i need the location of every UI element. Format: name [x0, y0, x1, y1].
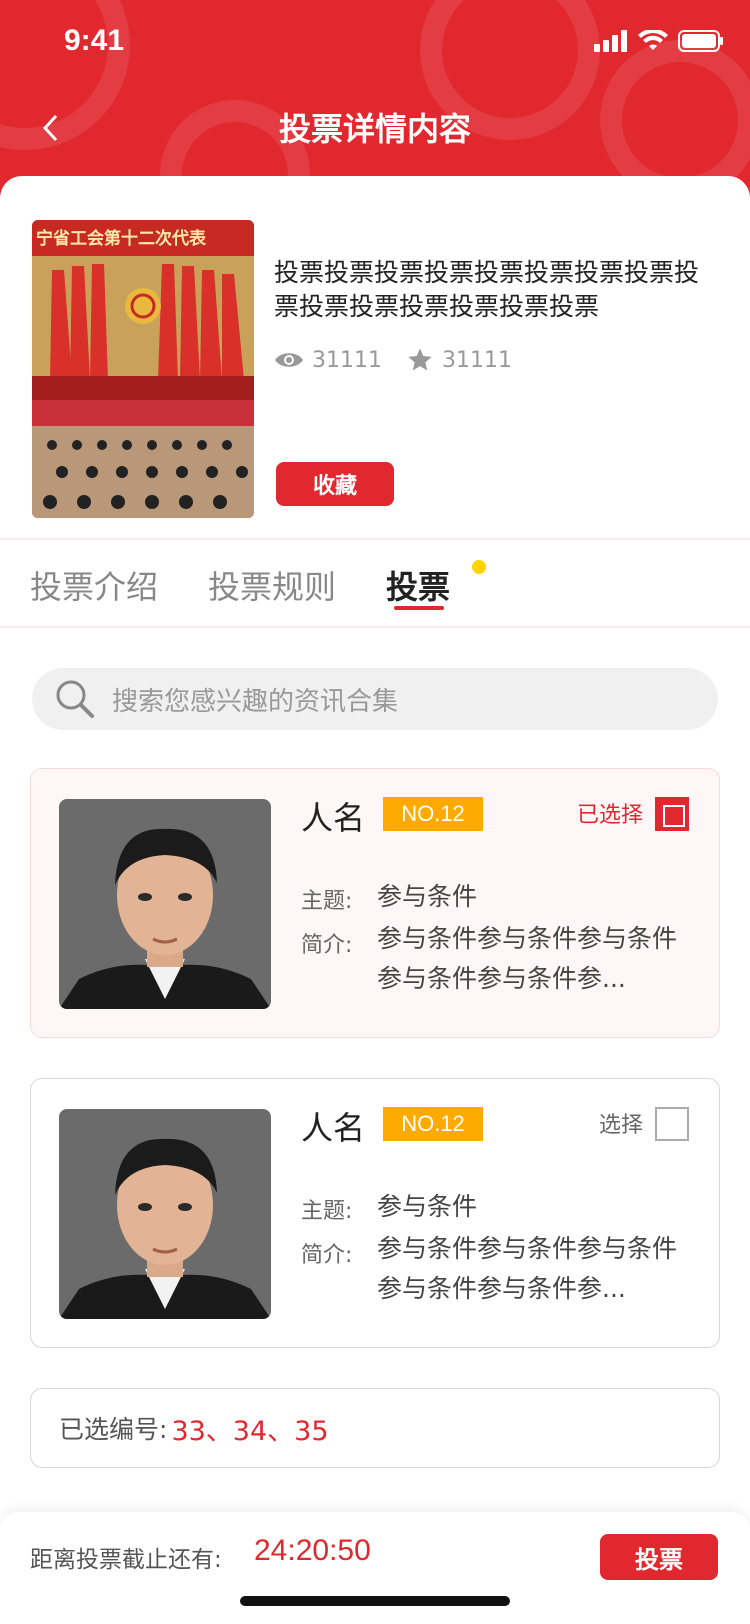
- notification-dot: [472, 560, 486, 574]
- topic-label: 主题:: [301, 889, 353, 914]
- candidate-name: 人名: [301, 799, 366, 837]
- vote-title: 投票投票投票投票投票投票投票投票投票投票投票投票投票投票投票: [274, 258, 700, 321]
- intro-label: 简介:: [301, 933, 353, 958]
- candidate-card[interactable]: 人名 NO.12 已选择 主题: 参与条件 简介: 参与条件参与条件参与条件参与…: [30, 768, 720, 1038]
- search-icon: [56, 680, 94, 718]
- candidate-name: 人名: [301, 1109, 366, 1147]
- stars-stat: 31111: [406, 346, 512, 374]
- topic-value: 参与条件: [377, 1192, 478, 1221]
- topic-value: 参与条件: [377, 882, 478, 911]
- status-time: 9:41: [64, 24, 125, 57]
- selected-numbers-box: 已选编号: 33、34、35: [30, 1388, 720, 1468]
- eye-icon: [275, 353, 303, 367]
- selected-numbers-label: 已选编号:: [59, 1415, 168, 1444]
- bottom-bar: 距离投票截止还有: 24:20:50 投票: [0, 1512, 750, 1624]
- banner-text: 宁省工会第十二次代表: [36, 228, 207, 249]
- intro-label: 简介:: [301, 1243, 353, 1268]
- collect-button[interactable]: 收藏: [276, 462, 394, 506]
- page-title: 投票详情内容: [278, 110, 471, 148]
- stats-row: 31111 31111: [274, 346, 512, 374]
- tab-vote[interactable]: 投票: [386, 562, 450, 608]
- candidate-card[interactable]: 人名 NO.12 选择 主题: 参与条件 简介: 参与条件参与条件参与条件参与条…: [30, 1078, 720, 1348]
- tab-intro[interactable]: 投票介绍: [30, 562, 158, 608]
- candidate-photo: [59, 799, 271, 1009]
- views-count: 31111: [312, 347, 382, 373]
- cover-image: 宁省工会第十二次代表: [32, 220, 254, 518]
- candidate-photo: [59, 1109, 271, 1319]
- tab-bar: 投票介绍 投票规则 投票: [0, 538, 750, 628]
- candidate-number-badge: NO.12: [383, 797, 483, 831]
- vote-button[interactable]: 投票: [600, 1534, 718, 1580]
- active-tab-indicator: [394, 606, 444, 610]
- intro-value: 参与条件参与条件参与条件参与条件参与条件参...: [377, 1234, 678, 1303]
- battery-icon: [678, 30, 723, 52]
- star-icon: [408, 348, 432, 371]
- select-checkbox[interactable]: [655, 1107, 689, 1141]
- vote-info-card: 宁省工会第十二次代表 投票投票投票投票投票投票投票投票投票投票投票投票投票投票投…: [32, 220, 722, 520]
- tab-rules[interactable]: 投票规则: [208, 562, 336, 608]
- select-checkbox[interactable]: [655, 797, 689, 831]
- search-input[interactable]: 搜索您感兴趣的资讯合集: [32, 668, 718, 730]
- signal-icon: [594, 30, 627, 52]
- views-stat: 31111: [274, 348, 382, 373]
- topic-label: 主题:: [301, 1199, 353, 1224]
- stars-count: 31111: [442, 347, 512, 373]
- select-label[interactable]: 选择: [599, 1107, 643, 1139]
- intro-value: 参与条件参与条件参与条件参与条件参与条件参...: [377, 924, 678, 993]
- home-indicator: [240, 1596, 510, 1606]
- search-placeholder: 搜索您感兴趣的资讯合集: [112, 686, 399, 717]
- select-label[interactable]: 已选择: [577, 797, 643, 829]
- status-icons: [594, 30, 724, 52]
- deadline-label: 距离投票截止还有:: [30, 1547, 222, 1573]
- selected-numbers-value: 33、34、35: [171, 1415, 329, 1447]
- deadline-countdown: 24:20:50: [254, 1534, 371, 1567]
- wifi-icon: [638, 30, 668, 50]
- candidate-number-badge: NO.12: [383, 1107, 483, 1141]
